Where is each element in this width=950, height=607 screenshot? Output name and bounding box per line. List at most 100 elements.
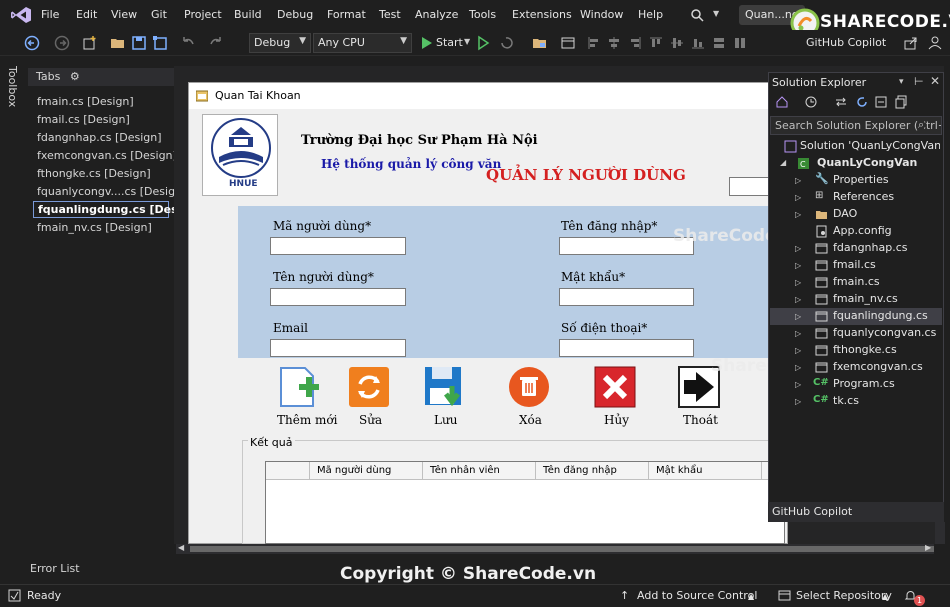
new-project-icon[interactable] (82, 35, 98, 51)
cancel-button-label[interactable]: Hủy (604, 413, 629, 427)
tab-item[interactable]: fthongke.cs [Design] (37, 167, 151, 180)
menu-tools[interactable]: Tools (469, 8, 496, 21)
menu-git[interactable]: Git (151, 8, 167, 21)
tree-item[interactable]: References (833, 190, 894, 203)
same-height-icon[interactable] (732, 35, 748, 51)
collapse-all-icon[interactable] (874, 95, 888, 109)
user-id-input[interactable] (270, 237, 406, 255)
menu-debug[interactable]: Debug (277, 8, 313, 21)
search-icon[interactable]: ⌕ (918, 118, 925, 132)
collapse-arrow-icon[interactable]: ▷ (795, 176, 801, 185)
toolbox-tab[interactable]: Toolbox (6, 66, 19, 107)
tree-item[interactable]: fmain.cs (833, 275, 880, 288)
add-button-label[interactable]: Thêm mới (277, 413, 337, 427)
redo-icon[interactable] (208, 35, 224, 51)
collapse-arrow-icon[interactable]: ▷ (795, 397, 801, 406)
email-input[interactable] (270, 339, 406, 357)
collapse-arrow-icon[interactable]: ▷ (795, 346, 801, 355)
delete-button-label[interactable]: Xóa (519, 413, 542, 427)
scrollbar-thumb[interactable] (190, 546, 934, 552)
open-folder-icon[interactable] (110, 35, 126, 51)
select-repository-button[interactable]: Select Repository (796, 589, 892, 602)
collapse-arrow-icon[interactable]: ▷ (795, 329, 801, 338)
chevron-up-icon[interactable]: ▲ (882, 592, 888, 601)
right-vertical-scrollbar[interactable] (935, 522, 945, 544)
sync-icon[interactable] (834, 95, 848, 109)
tree-item[interactable]: fxemcongvan.cs (833, 360, 923, 373)
collapse-arrow-icon[interactable]: ▷ (795, 210, 801, 219)
browse-icon[interactable] (532, 35, 548, 51)
tab-item[interactable]: fquanlycongv....cs [Design] (37, 185, 186, 198)
tree-solution[interactable]: Solution 'QuanLyCongVan' (1 of 1 project… (800, 139, 940, 152)
collapse-arrow-icon[interactable]: ▷ (795, 261, 801, 270)
menu-extensions[interactable]: Extensions (512, 8, 572, 21)
solution-search-input[interactable]: Search Solution Explorer (Ctrl+;) (770, 116, 942, 135)
tree-item[interactable]: fthongke.cs (833, 343, 897, 356)
menu-edit[interactable]: Edit (76, 8, 97, 21)
tree-item[interactable]: fquanlycongvan.cs (833, 326, 936, 339)
tree-item[interactable]: fdangnhap.cs (833, 241, 908, 254)
save-icon[interactable] (131, 35, 147, 51)
start-play-icon[interactable] (419, 35, 435, 51)
search-dropdown-icon[interactable]: ▼ (713, 9, 719, 18)
delete-button[interactable] (508, 366, 550, 408)
align-bottom-icon[interactable] (690, 35, 706, 51)
save-button[interactable] (424, 366, 466, 408)
grid-column-header[interactable]: Mật khẩu (656, 465, 702, 476)
scroll-left-icon[interactable]: ◀ (178, 543, 184, 552)
history-icon[interactable] (804, 95, 818, 109)
collapse-arrow-icon[interactable]: ▷ (795, 244, 801, 253)
tab-item[interactable]: fxemcongvan.cs [Design] (37, 149, 177, 162)
collapse-arrow-icon[interactable]: ▷ (795, 363, 801, 372)
tree-item[interactable]: DAO (833, 207, 857, 220)
tree-item[interactable]: App.config (833, 224, 892, 237)
tree-item[interactable]: Properties (833, 173, 889, 186)
chevron-up-icon[interactable]: ▲ (748, 592, 754, 601)
start-without-debugging-icon[interactable] (475, 35, 491, 51)
start-dropdown-icon[interactable]: ▼ (464, 37, 470, 46)
scroll-right-icon[interactable]: ▶ (925, 543, 931, 552)
layout-icon[interactable] (560, 35, 576, 51)
menu-help[interactable]: Help (638, 8, 663, 21)
grid-column-header[interactable]: Tên nhân viên (430, 465, 500, 476)
tree-item[interactable]: fmain_nv.cs (833, 292, 898, 305)
menu-project[interactable]: Project (184, 8, 222, 21)
grid-column-header[interactable]: Tên đăng nhập (543, 465, 617, 476)
start-button-label[interactable]: Start (436, 36, 463, 49)
tab-item[interactable]: fmain_nv.cs [Design] (37, 221, 152, 234)
back-icon[interactable] (24, 35, 40, 51)
tab-item[interactable]: fdangnhap.cs [Design] (37, 131, 162, 144)
menu-test[interactable]: Test (379, 8, 401, 21)
tree-item[interactable]: tk.cs (833, 394, 859, 407)
menu-build[interactable]: Build (234, 8, 262, 21)
tree-item[interactable]: fmail.cs (833, 258, 876, 271)
github-copilot-button[interactable]: GitHub Copilot (806, 36, 886, 49)
cancel-button[interactable] (594, 366, 636, 408)
tab-item-active[interactable]: fquanlingdung.cs [Design] (33, 201, 202, 218)
undo-icon[interactable] (180, 35, 196, 51)
collapse-arrow-icon[interactable]: ▷ (795, 312, 801, 321)
full-name-input[interactable] (270, 288, 406, 306)
menu-window[interactable]: Window (580, 8, 623, 21)
menu-file[interactable]: File (41, 8, 59, 21)
add-button[interactable] (279, 366, 321, 408)
tree-project[interactable]: QuanLyCongVan (817, 156, 917, 169)
edit-button[interactable] (348, 366, 390, 408)
expand-arrow-icon[interactable]: ◢ (780, 158, 786, 167)
save-all-icon[interactable] (152, 35, 168, 51)
phone-input[interactable] (559, 339, 694, 357)
github-copilot-tab[interactable]: GitHub Copilot (768, 502, 944, 522)
platform-select[interactable]: Any CPU ▼ (313, 33, 412, 53)
collapse-arrow-icon[interactable]: ▷ (795, 295, 801, 304)
search-icon[interactable] (690, 8, 704, 22)
menu-view[interactable]: View (111, 8, 137, 21)
edit-button-label[interactable]: Sửa (359, 413, 382, 427)
panel-options-icon[interactable]: ▾ (899, 77, 904, 87)
admin-icon[interactable] (927, 35, 943, 51)
password-input[interactable] (559, 288, 694, 306)
align-center-icon[interactable] (606, 35, 622, 51)
tab-item[interactable]: fmail.cs [Design] (37, 113, 130, 126)
grid-column-header[interactable]: Mã người dùng (317, 465, 391, 476)
menu-format[interactable]: Format (327, 8, 366, 21)
forward-icon[interactable] (54, 35, 70, 51)
